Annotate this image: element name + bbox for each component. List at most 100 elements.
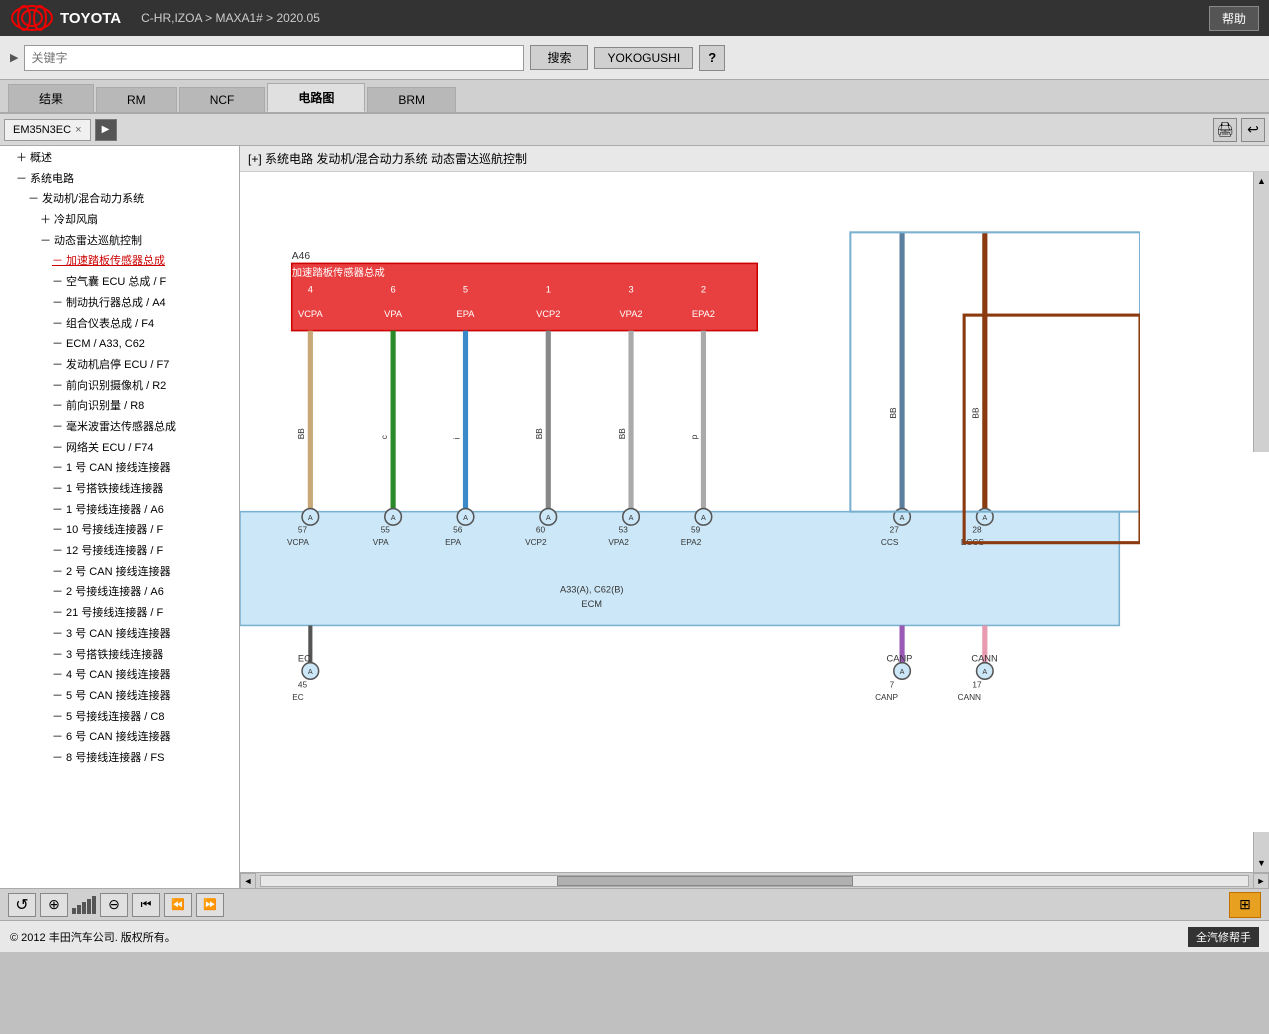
svg-text:A: A (900, 667, 905, 676)
svg-text:2: 2 (701, 284, 706, 294)
screen-button[interactable]: ⊞ (1229, 892, 1261, 918)
svg-text:5: 5 (463, 284, 468, 294)
scroll-right-button[interactable]: ► (1253, 873, 1269, 889)
svg-text:28: 28 (972, 525, 982, 534)
svg-text:VCP2: VCP2 (525, 538, 547, 547)
svg-text:4: 4 (308, 284, 313, 294)
svg-text:c: c (380, 435, 389, 439)
sidebar-item-cooling[interactable]: ＋ 冷却风扇 (0, 210, 239, 231)
svg-text:VCPA: VCPA (287, 538, 309, 547)
svg-text:CANN: CANN (958, 693, 981, 702)
sidebar-item-can4[interactable]: － 4 号 CAN 接线连接器 (0, 665, 239, 686)
sidebar-item-conn5[interactable]: － 5 号接线连接器 / C8 (0, 707, 239, 728)
svg-text:BB: BB (972, 407, 981, 419)
tab-rm[interactable]: RM (96, 87, 177, 112)
yokogushi-button[interactable]: YOKOGUSHI (594, 47, 693, 69)
sidebar-item-syscircuit[interactable]: － 系统电路 (0, 169, 239, 190)
search-input[interactable] (24, 45, 524, 71)
sidebar-item-can6[interactable]: － 6 号 CAN 接线连接器 (0, 727, 239, 748)
svg-text:A: A (982, 513, 987, 522)
sidebar-item-conn2[interactable]: － 2 号接线连接器 / A6 (0, 582, 239, 603)
sidebar-item-gnd1[interactable]: － 1 号搭铁接线连接器 (0, 479, 239, 500)
sidebar-item-overview[interactable]: ＋ 概述 (0, 148, 239, 169)
search-button[interactable]: 搜索 (530, 45, 588, 70)
svg-text:56: 56 (453, 525, 463, 534)
print-icon[interactable]: 🖨 (1213, 118, 1237, 142)
tab-brm[interactable]: BRM (367, 87, 456, 112)
copyright-text: © 2012 丰田汽车公司. 版权所有。 (10, 929, 176, 945)
zoom-out-button[interactable]: ⊖ (100, 893, 128, 917)
skip-forward-button[interactable]: ⏩ (196, 893, 224, 917)
diagram-area: [+] 系统电路 发动机/混合动力系统 动态雷达巡航控制 ▲ ▼ A46 加速踏… (240, 146, 1269, 888)
sidebar-item-can1[interactable]: － 1 号 CAN 接线连接器 (0, 458, 239, 479)
sidebar-item-gnd3[interactable]: － 3 号搭铁接线连接器 (0, 645, 239, 666)
prev-button[interactable]: ⏮ (132, 893, 160, 917)
signal-bar-4 (87, 899, 91, 914)
svg-text:A: A (629, 513, 634, 522)
sidebar-item-radar[interactable]: － 动态雷达巡航控制 (0, 231, 239, 252)
svg-text:A: A (391, 513, 396, 522)
svg-text:A33(A), C62(B): A33(A), C62(B) (560, 584, 624, 594)
scroll-down-button[interactable]: ▼ (1253, 832, 1269, 872)
svg-text:6: 6 (391, 284, 396, 294)
svg-text:A: A (546, 513, 551, 522)
svg-text:i: i (452, 437, 461, 439)
svg-text:BB: BB (535, 428, 544, 440)
sidebar-item-conn10[interactable]: － 10 号接线连接器 / F (0, 520, 239, 541)
help-button[interactable]: 帮助 (1209, 6, 1259, 31)
doc-tab-id: EM35N3EC (13, 124, 71, 136)
svg-text:57: 57 (298, 525, 308, 534)
scroll-up-button[interactable]: ▲ (1253, 172, 1269, 452)
sidebar-item-conn21[interactable]: － 21 号接线连接器 / F (0, 603, 239, 624)
back-icon[interactable]: ↩ (1241, 118, 1265, 142)
tab-results[interactable]: 结果 (8, 84, 94, 112)
help-icon-button[interactable]: ? (699, 45, 725, 71)
svg-text:BB: BB (618, 428, 627, 440)
sidebar-item-can3[interactable]: － 3 号 CAN 接线连接器 (0, 624, 239, 645)
svg-text:VPA2: VPA2 (619, 309, 642, 319)
svg-text:A: A (900, 513, 905, 522)
skip-back-button[interactable]: ⏪ (164, 893, 192, 917)
svg-text:53: 53 (619, 525, 629, 534)
refresh-button[interactable]: ↺ (8, 893, 36, 917)
scroll-track[interactable] (260, 875, 1249, 887)
sidebar-item-startstop[interactable]: － 发动机启停 ECU / F7 (0, 355, 239, 376)
scroll-left-button[interactable]: ◄ (240, 873, 256, 889)
tab-circuit[interactable]: 电路图 (267, 83, 365, 112)
sidebar-item-can2[interactable]: － 2 号 CAN 接线连接器 (0, 562, 239, 583)
svg-text:ECM: ECM (581, 599, 602, 609)
zoom-in-button[interactable]: ⊕ (40, 893, 68, 917)
sidebar-item-ecm[interactable]: － ECM / A33, C62 (0, 334, 239, 355)
svg-text:EPA: EPA (457, 309, 476, 319)
sidebar-item-gateway[interactable]: － 网络关 ECU / F74 (0, 438, 239, 459)
sidebar-item-conn12[interactable]: － 12 号接线连接器 / F (0, 541, 239, 562)
doc-tab[interactable]: EM35N3EC × (4, 119, 91, 141)
svg-text:EC: EC (298, 654, 311, 664)
sidebar-item-can5[interactable]: － 5 号 CAN 接线连接器 (0, 686, 239, 707)
brand-name: TOYOTA (60, 10, 121, 27)
doc-tab-play-button[interactable]: ▶ (95, 119, 117, 141)
sidebar-item-conn1[interactable]: － 1 号接线连接器 / A6 (0, 500, 239, 521)
svg-text:BB: BB (297, 428, 306, 440)
tab-bar: 结果 RM NCF 电路图 BRM (0, 80, 1269, 114)
sidebar-item-forward[interactable]: － 前向识别量 / R8 (0, 396, 239, 417)
sidebar-item-brake[interactable]: － 制动执行器总成 / A4 (0, 293, 239, 314)
sidebar-item-meter[interactable]: － 组合仪表总成 / F4 (0, 314, 239, 335)
header-path: C-HR,IZOA > MAXA1# > 2020.05 (141, 11, 320, 25)
sidebar-item-airbag[interactable]: － 空气囊 ECU 总成 / F (0, 272, 239, 293)
doc-tab-close[interactable]: × (75, 124, 81, 136)
sidebar-item-camera[interactable]: － 前向识别摄像机 / R2 (0, 376, 239, 397)
svg-text:VCPA: VCPA (298, 309, 323, 319)
tab-ncf[interactable]: NCF (179, 87, 266, 112)
sidebar-item-engine[interactable]: － 发动机/混合动力系统 (0, 189, 239, 210)
horizontal-scrollbar[interactable]: ◄ ► (240, 872, 1269, 888)
svg-text:1: 1 (546, 284, 551, 294)
scroll-thumb[interactable] (557, 876, 853, 886)
diagram-scroll[interactable]: A46 加速踏板传感器总成 VCPA VPA EPA VCP2 VPA2 EPA… (240, 172, 1269, 872)
keyword-icon: ▶ (10, 51, 18, 64)
sidebar-item-radar2[interactable]: － 毫米波雷达传感器总成 (0, 417, 239, 438)
svg-text:7: 7 (890, 681, 895, 690)
svg-text:17: 17 (972, 681, 982, 690)
sidebar-item-accel[interactable]: － 加速踏板传感器总成 (0, 251, 239, 272)
sidebar-item-conn8[interactable]: － 8 号接线连接器 / FS (0, 748, 239, 769)
